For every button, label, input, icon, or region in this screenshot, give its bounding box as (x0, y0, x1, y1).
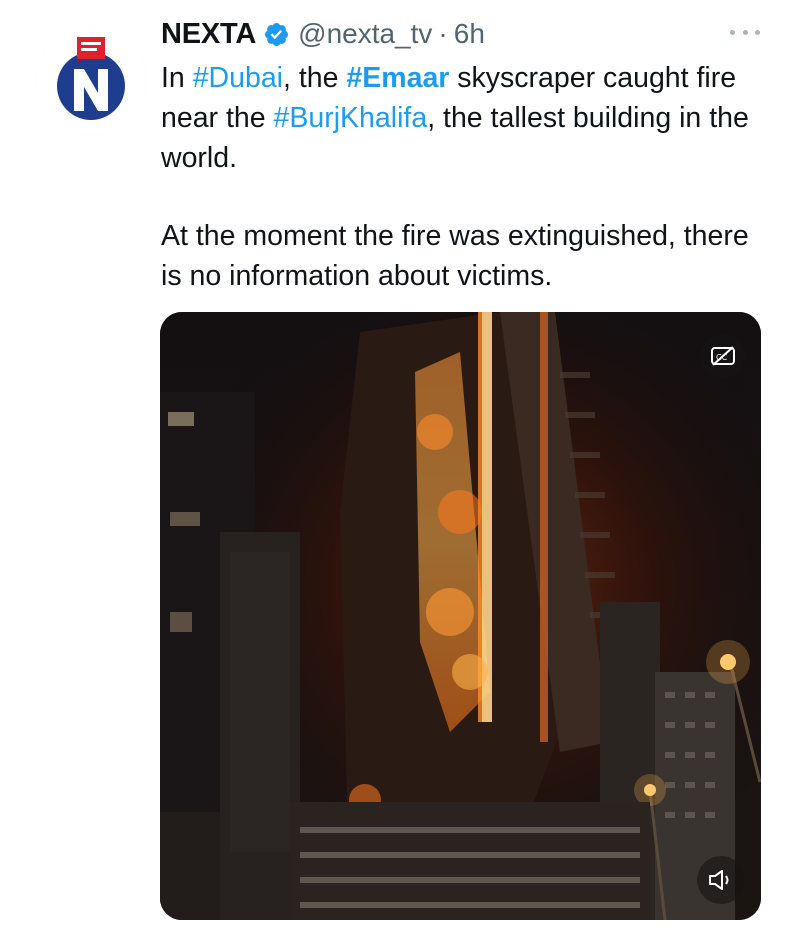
tweet-paragraph-1: In #Dubai, the #Emaar skyscraper caught … (161, 58, 771, 178)
tweet-video[interactable]: CC (160, 312, 761, 920)
hashtag-dubai[interactable]: #Dubai (193, 62, 283, 94)
nexta-logo-icon (36, 25, 146, 135)
author-display-name[interactable]: NEXTA (161, 18, 256, 51)
verified-badge-icon (263, 21, 290, 48)
author-handle[interactable]: @nexta_tv (298, 18, 432, 50)
hashtag-emaar[interactable]: #Emaar (346, 62, 449, 94)
captions-button[interactable]: CC (701, 334, 745, 378)
more-dot (755, 29, 760, 35)
video-frame (160, 312, 761, 920)
tweet-timestamp[interactable]: 6h (454, 18, 485, 50)
more-dot (742, 29, 748, 35)
avatar[interactable] (36, 25, 146, 135)
text-span: , the (283, 62, 347, 94)
more-dot (730, 29, 735, 35)
text-span: In (161, 62, 193, 94)
tweet-header: NEXTA @nexta_tv · 6h (161, 14, 485, 54)
volume-button[interactable] (697, 856, 745, 904)
volume-icon (709, 870, 729, 890)
more-options-icon[interactable] (730, 22, 760, 42)
tweet-text: In #Dubai, the #Emaar skyscraper caught … (161, 58, 771, 296)
hashtag-burjkhalifa[interactable]: #BurjKhalifa (274, 102, 428, 134)
captions-off-icon: CC (711, 346, 735, 366)
tweet-paragraph-2: At the moment the fire was extinguished,… (161, 220, 749, 292)
separator: · (438, 18, 448, 49)
